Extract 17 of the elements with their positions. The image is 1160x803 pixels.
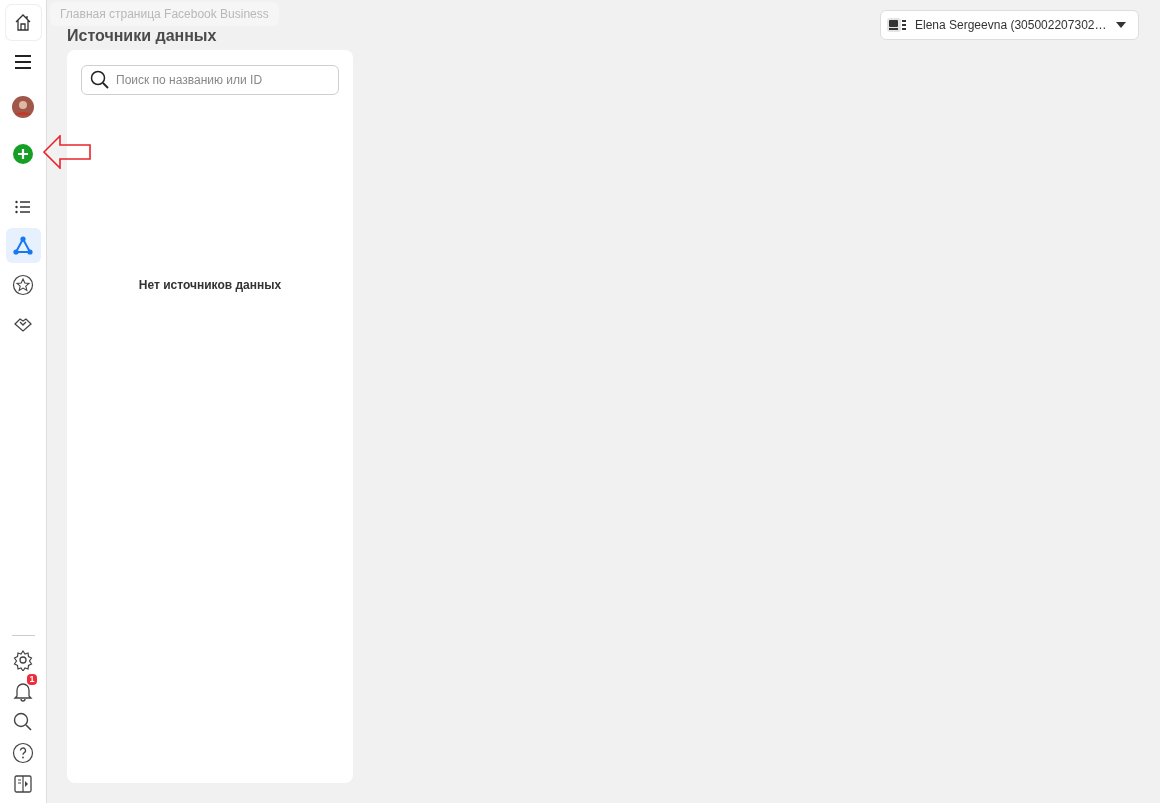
account-icon <box>887 17 907 33</box>
caret-icon <box>1116 22 1126 28</box>
search-icon <box>90 70 110 90</box>
help-icon <box>12 741 34 764</box>
search-icon <box>12 710 34 733</box>
empty-message: Нет источников данных <box>137 277 283 294</box>
sidebar-item[interactable]: 1 <box>9 677 37 704</box>
tooltip: Главная страница Facebook Business <box>50 2 279 26</box>
account-selector[interactable]: Elena Sergeevna (305002207302… <box>880 10 1139 40</box>
panel-icon <box>12 772 34 795</box>
avatar-icon <box>12 95 34 118</box>
search-field[interactable]: Поиск по названию или ID <box>81 65 339 95</box>
add-icon <box>12 142 34 165</box>
nodes-icon <box>12 234 34 257</box>
notification-badge: 1 <box>27 674 37 685</box>
page-title: Источники данных <box>67 27 217 45</box>
settings-icon <box>12 648 34 671</box>
